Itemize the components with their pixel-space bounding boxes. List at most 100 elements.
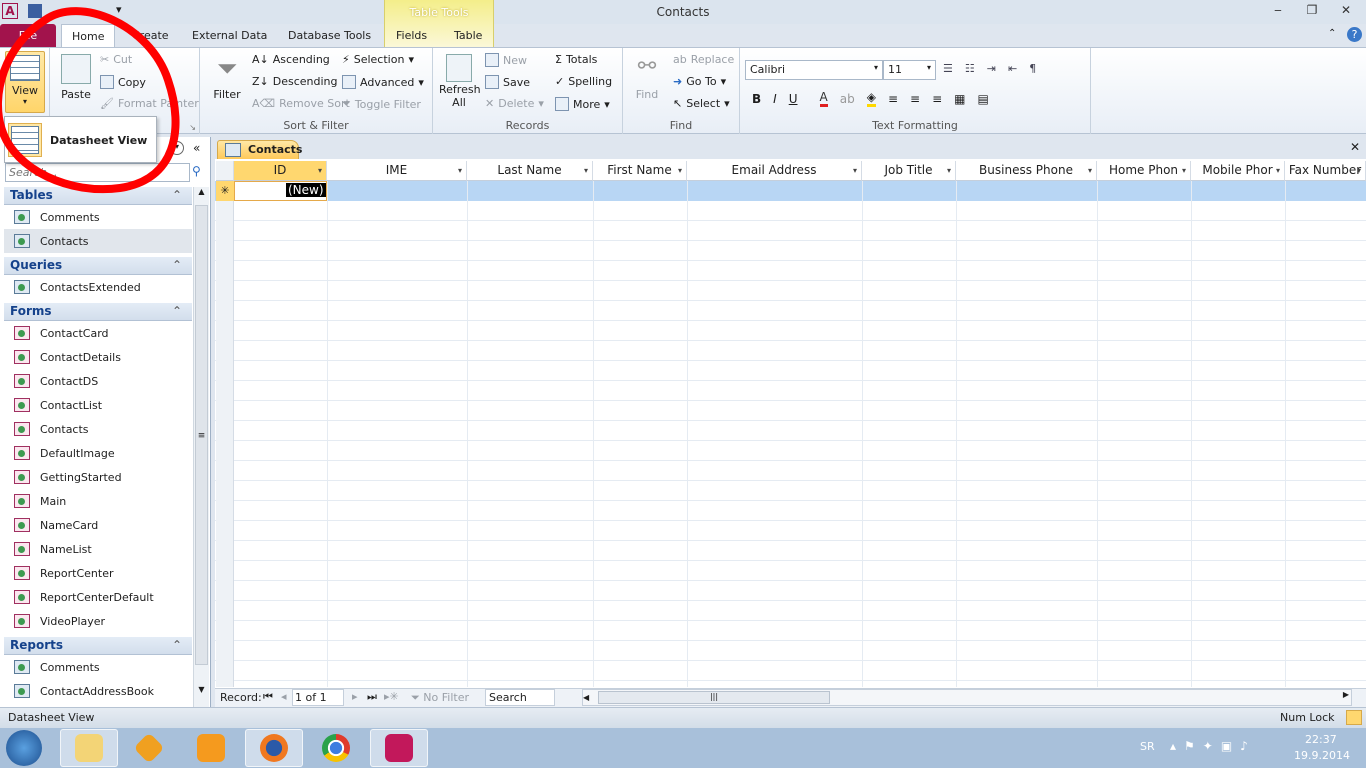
nav-item[interactable]: VideoPlayer: [4, 609, 192, 633]
scroll-right-icon[interactable]: ▶: [1343, 690, 1349, 699]
select-button[interactable]: ↖ Select ▾: [673, 97, 730, 110]
tab-database-tools[interactable]: Database Tools: [278, 24, 381, 48]
scroll-left-icon[interactable]: ◀: [583, 693, 589, 702]
collapse-chevron-icon[interactable]: ⌃: [172, 187, 182, 204]
tab-table[interactable]: Table: [444, 24, 492, 48]
firefox-taskbar-icon[interactable]: [245, 729, 303, 767]
new-record-row[interactable]: ✳ (New): [215, 181, 1366, 201]
nav-item[interactable]: NameList: [4, 537, 192, 561]
nav-item[interactable]: ReportCenter: [4, 561, 192, 585]
nav-menu-dropdown-icon[interactable]: ▾: [170, 141, 184, 155]
column-header[interactable]: Business Phone ▾: [956, 161, 1097, 181]
clock-date[interactable]: 19.9.2014: [1294, 749, 1350, 762]
column-header[interactable]: Fax Number ▾: [1285, 161, 1366, 181]
nav-item[interactable]: Comments: [4, 655, 192, 679]
paste-button[interactable]: Paste: [58, 54, 94, 101]
cut-button[interactable]: ✂ Cut: [100, 53, 132, 66]
goto-button[interactable]: ➜ Go To ▾: [673, 75, 726, 88]
first-record-icon[interactable]: ⏮: [263, 690, 273, 704]
totals-button[interactable]: Σ Totals: [555, 53, 597, 66]
minimize-button[interactable]: ‒: [1265, 3, 1291, 19]
start-button[interactable]: [6, 730, 42, 766]
decrease-indent-icon[interactable]: ⇤: [1008, 62, 1017, 75]
font-color-icon[interactable]: A: [819, 90, 828, 107]
remove-sort-button[interactable]: A⌫ Remove Sort: [252, 97, 350, 110]
column-filter-dropdown-icon[interactable]: ▾: [458, 161, 462, 180]
previous-record-icon[interactable]: ◂: [281, 690, 287, 703]
column-header[interactable]: Email Address ▾: [687, 161, 862, 181]
column-filter-dropdown-icon[interactable]: ▾: [1088, 161, 1092, 180]
format-painter-button[interactable]: 🖌 Format Painter: [100, 97, 199, 110]
toggle-filter-button[interactable]: ⏷ Toggle Filter: [342, 97, 421, 111]
scroll-thumb[interactable]: |||: [598, 691, 830, 704]
tab-external-data[interactable]: External Data: [182, 24, 277, 48]
font-size-combo[interactable]: 11 ▾: [883, 60, 936, 80]
scroll-up-icon[interactable]: ▲: [194, 187, 209, 203]
alternate-row-color-icon[interactable]: ▤: [977, 92, 988, 106]
column-filter-dropdown-icon[interactable]: ▾: [318, 161, 322, 180]
nav-item[interactable]: ContactDS: [4, 369, 192, 393]
nav-item[interactable]: ContactDetails: [4, 345, 192, 369]
help-icon[interactable]: ?: [1347, 27, 1362, 42]
column-header[interactable]: Job Title ▾: [862, 161, 956, 181]
column-header[interactable]: Mobile Phor ▾: [1191, 161, 1285, 181]
find-button[interactable]: ⚯ Find: [629, 54, 665, 101]
shutter-bar-close-icon[interactable]: «: [193, 141, 200, 155]
scroll-thumb[interactable]: ≡: [195, 205, 208, 665]
winamp-taskbar-icon[interactable]: [120, 729, 178, 767]
bullets-icon[interactable]: ☰: [943, 62, 953, 75]
column-header[interactable]: ID ▾: [234, 161, 327, 181]
nav-search-input[interactable]: Search...: [5, 163, 190, 182]
filter-button[interactable]: ⏷ Filter: [210, 54, 244, 101]
nav-group-tables[interactable]: Tables ⌃: [4, 187, 192, 205]
outlook-taskbar-icon[interactable]: [182, 729, 240, 767]
italic-button[interactable]: I: [773, 92, 777, 106]
scroll-down-icon[interactable]: ▼: [194, 685, 209, 694]
view-button[interactable]: View ▾: [5, 51, 45, 113]
spelling-button[interactable]: ✓ Spelling: [555, 75, 612, 88]
nav-item[interactable]: Comments: [4, 205, 192, 229]
new-record-button[interactable]: New: [485, 53, 527, 67]
nav-item[interactable]: Contacts: [4, 417, 192, 441]
maximize-button[interactable]: ❐: [1299, 3, 1325, 19]
ascending-button[interactable]: A↓ Ascending: [252, 53, 330, 66]
delete-button[interactable]: ✕ Delete ▾: [485, 97, 544, 110]
highlight-icon[interactable]: ab: [840, 92, 855, 106]
tray-icons[interactable]: ▴⚑✦▣♪: [1170, 739, 1256, 753]
save-record-button[interactable]: Save: [485, 75, 530, 89]
align-right-icon[interactable]: ≡: [932, 92, 942, 106]
nav-item[interactable]: ContactList: [4, 393, 192, 417]
descending-button[interactable]: Z↓ Descending: [252, 75, 338, 88]
menu-item-datasheet-view[interactable]: Datasheet View: [8, 121, 154, 159]
selection-button[interactable]: ⚡ Selection ▾: [342, 53, 414, 66]
column-filter-dropdown-icon[interactable]: ▾: [678, 161, 682, 180]
search-icon[interactable]: ⚲: [192, 164, 201, 178]
nav-group-reports[interactable]: Reports ⌃: [4, 637, 192, 655]
minimize-ribbon-icon[interactable]: ⌃: [1328, 28, 1336, 39]
tab-home[interactable]: Home: [61, 24, 115, 48]
new-empty-record-icon[interactable]: ▸✳: [384, 690, 399, 703]
bold-button[interactable]: B: [752, 92, 761, 106]
last-record-icon[interactable]: ⏭: [367, 690, 377, 704]
align-left-icon[interactable]: ≡: [888, 92, 898, 106]
collapse-chevron-icon[interactable]: ⌃: [172, 257, 182, 274]
nav-item[interactable]: ReportCenterDefault: [4, 585, 192, 609]
replace-button[interactable]: ab Replace: [673, 53, 734, 66]
current-record-input[interactable]: 1 of 1: [292, 689, 344, 706]
tab-create[interactable]: Create: [122, 24, 179, 48]
dialog-launcher-icon[interactable]: ↘: [189, 123, 196, 132]
explorer-taskbar-icon[interactable]: [60, 729, 118, 767]
more-button[interactable]: More ▾: [555, 97, 610, 111]
refresh-all-button[interactable]: Refresh All: [439, 54, 481, 109]
underline-button[interactable]: U: [789, 92, 798, 106]
select-all-corner[interactable]: [216, 161, 234, 181]
nav-group-queries[interactable]: Queries ⌃: [4, 257, 192, 275]
nav-item[interactable]: GettingStarted: [4, 465, 192, 489]
copy-button[interactable]: Copy: [100, 75, 146, 89]
nav-group-forms[interactable]: Forms ⌃: [4, 303, 192, 321]
column-filter-dropdown-icon[interactable]: ▾: [1357, 161, 1361, 180]
horizontal-scrollbar[interactable]: ◀ ||| ▶: [582, 689, 1352, 706]
close-document-icon[interactable]: ✕: [1350, 140, 1360, 154]
collapse-chevron-icon[interactable]: ⌃: [172, 303, 182, 320]
nav-item[interactable]: NameCard: [4, 513, 192, 537]
